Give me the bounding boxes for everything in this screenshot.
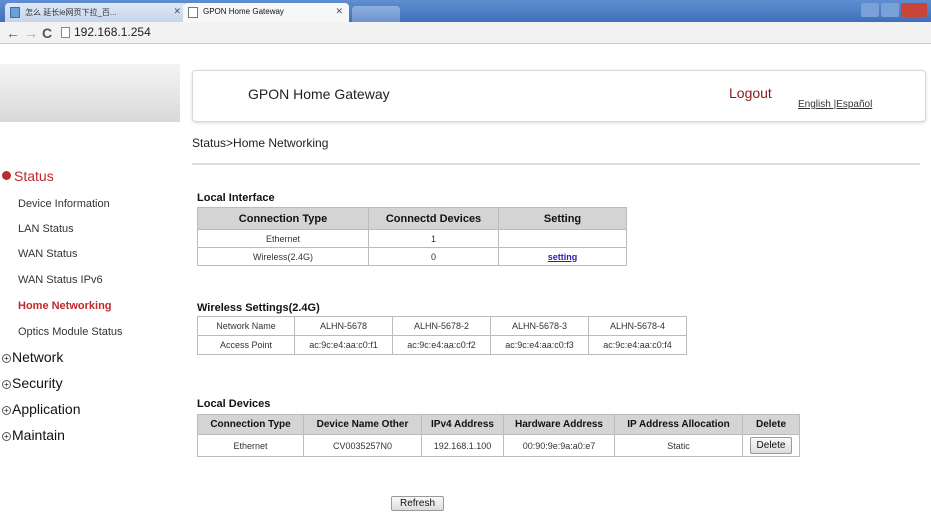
sidebar-section-label: Maintain	[12, 427, 65, 443]
sidebar-item-optics-module-status[interactable]: Optics Module Status	[18, 326, 123, 338]
wireless-settings-table: Network Name ALHN-5678 ALHN-5678-2 ALHN-…	[197, 316, 687, 355]
column-header: Setting	[498, 207, 627, 230]
access-point-cell: ac:9c:e4:aa:c0:f3	[490, 335, 589, 355]
column-header: Connection Type	[197, 207, 369, 230]
tab-title: 怎么 延长ie网页下拉_百...	[25, 8, 117, 17]
connection-type-cell: Ethernet	[197, 434, 304, 457]
column-header: Device Name Other	[303, 414, 422, 435]
local-devices-table: Connection Type Device Name Other IPv4 A…	[197, 414, 800, 457]
address-bar: ← → C 192.168.1.254	[0, 22, 931, 44]
sidebar-section-label: Application	[12, 401, 81, 417]
row-label: Network Name	[197, 316, 295, 336]
device-name-cell: CV0035257N0	[303, 434, 422, 457]
expand-plus-icon: +	[2, 432, 11, 441]
sidebar-item-wan-status[interactable]: WAN Status	[18, 248, 78, 260]
breadcrumb: Status>Home Networking	[192, 136, 329, 150]
delete-cell: Delete	[742, 434, 800, 457]
window-minimize-button[interactable]	[861, 3, 879, 17]
tab-close-icon[interactable]: ✕	[173, 6, 181, 17]
logout-link[interactable]: Logout	[729, 85, 772, 101]
column-header: Hardware Address	[503, 414, 615, 435]
sidebar-item-device-information[interactable]: Device Information	[18, 198, 110, 210]
network-name-cell: ALHN-5678	[294, 316, 393, 336]
sidebar-section-maintain[interactable]: + Maintain	[2, 427, 65, 443]
access-point-cell: ac:9c:e4:aa:c0:f2	[392, 335, 491, 355]
language-links[interactable]: English |Español	[798, 99, 872, 110]
tab-close-icon[interactable]: ✕	[335, 6, 343, 17]
sidebar-section-status[interactable]: Status	[2, 168, 54, 184]
connected-devices-cell: 1	[368, 229, 499, 248]
page-title: GPON Home Gateway	[248, 86, 390, 102]
setting-cell: setting	[498, 247, 627, 266]
new-tab-button[interactable]	[352, 6, 400, 22]
expand-plus-icon: +	[2, 380, 11, 389]
hardware-address-cell: 00:90:9e:9a:a0:e7	[503, 434, 615, 457]
sidebar-section-label: Network	[12, 349, 64, 365]
setting-link[interactable]: setting	[548, 252, 578, 262]
sidebar-header-band	[0, 64, 180, 122]
table-row: Access Point ac:9c:e4:aa:c0:f1 ac:9c:e4:…	[197, 335, 687, 355]
tab-title: GPON Home Gateway	[203, 7, 284, 16]
sidebar-item-home-networking[interactable]: Home Networking	[18, 300, 112, 312]
network-name-cell: ALHN-5678-2	[392, 316, 491, 336]
browser-tab-active[interactable]: GPON Home Gateway ✕	[183, 3, 349, 22]
sidebar-section-label: Security	[12, 375, 63, 391]
column-header: IPv4 Address	[421, 414, 504, 435]
page-favicon-icon	[10, 7, 20, 18]
column-header: Delete	[742, 414, 800, 435]
expand-plus-icon: +	[2, 406, 11, 415]
page-icon	[61, 27, 70, 38]
table-row: Wireless(2.4G) 0 setting	[197, 247, 627, 266]
url-input[interactable]: 192.168.1.254	[74, 25, 151, 39]
sidebar-section-label: Status	[14, 168, 54, 184]
expanded-bullet-icon	[2, 171, 11, 180]
setting-cell	[498, 229, 627, 248]
ip-allocation-cell: Static	[614, 434, 743, 457]
local-devices-title: Local Devices	[197, 398, 271, 410]
column-header: IP Address Allocation	[614, 414, 743, 435]
sidebar-section-security[interactable]: + Security	[2, 375, 63, 391]
reload-icon[interactable]: C	[42, 25, 52, 41]
sidebar-section-network[interactable]: + Network	[2, 349, 63, 365]
expand-plus-icon: +	[2, 354, 11, 363]
access-point-cell: ac:9c:e4:aa:c0:f1	[294, 335, 393, 355]
wireless-settings-title: Wireless Settings(2.4G)	[197, 302, 320, 314]
local-interface-title: Local Interface	[197, 192, 275, 204]
browser-tab[interactable]: 怎么 延长ie网页下拉_百... ✕	[5, 3, 187, 22]
table-header-row: Connection Type Device Name Other IPv4 A…	[197, 414, 800, 435]
table-row: Ethernet 1	[197, 229, 627, 248]
column-header: Connection Type	[197, 414, 304, 435]
back-arrow-icon[interactable]: ←	[6, 25, 20, 41]
sidebar-item-lan-status[interactable]: LAN Status	[18, 223, 74, 235]
connection-type-cell: Ethernet	[197, 229, 369, 248]
local-interface-table: Connection Type Connectd Devices Setting…	[197, 207, 627, 266]
table-header-row: Connection Type Connectd Devices Setting	[197, 207, 627, 230]
ipv4-address-cell: 192.168.1.100	[421, 434, 504, 457]
network-name-cell: ALHN-5678-3	[490, 316, 589, 336]
divider	[192, 163, 920, 165]
forward-arrow-icon[interactable]: →	[24, 25, 38, 41]
refresh-button[interactable]: Refresh	[391, 496, 445, 511]
access-point-cell: ac:9c:e4:aa:c0:f4	[588, 335, 687, 355]
browser-tab-strip: 怎么 延长ie网页下拉_百... ✕ GPON Home Gateway ✕	[0, 0, 931, 22]
network-name-cell: ALHN-5678-4	[588, 316, 687, 336]
connected-devices-cell: 0	[368, 247, 499, 266]
window-maximize-button[interactable]	[881, 3, 899, 17]
column-header: Connectd Devices	[368, 207, 499, 230]
sidebar-section-application[interactable]: + Application	[2, 401, 81, 417]
table-row: Ethernet CV0035257N0 192.168.1.100 00:90…	[197, 434, 800, 457]
delete-button[interactable]: Delete	[749, 437, 793, 454]
page-favicon-icon	[188, 7, 198, 18]
table-row: Network Name ALHN-5678 ALHN-5678-2 ALHN-…	[197, 316, 687, 336]
window-close-button[interactable]	[901, 3, 927, 17]
row-label: Access Point	[197, 335, 295, 355]
connection-type-cell: Wireless(2.4G)	[197, 247, 369, 266]
sidebar-item-wan-status-ipv6[interactable]: WAN Status IPv6	[18, 274, 103, 286]
page-header: GPON Home Gateway Logout English |Españo…	[192, 70, 926, 122]
